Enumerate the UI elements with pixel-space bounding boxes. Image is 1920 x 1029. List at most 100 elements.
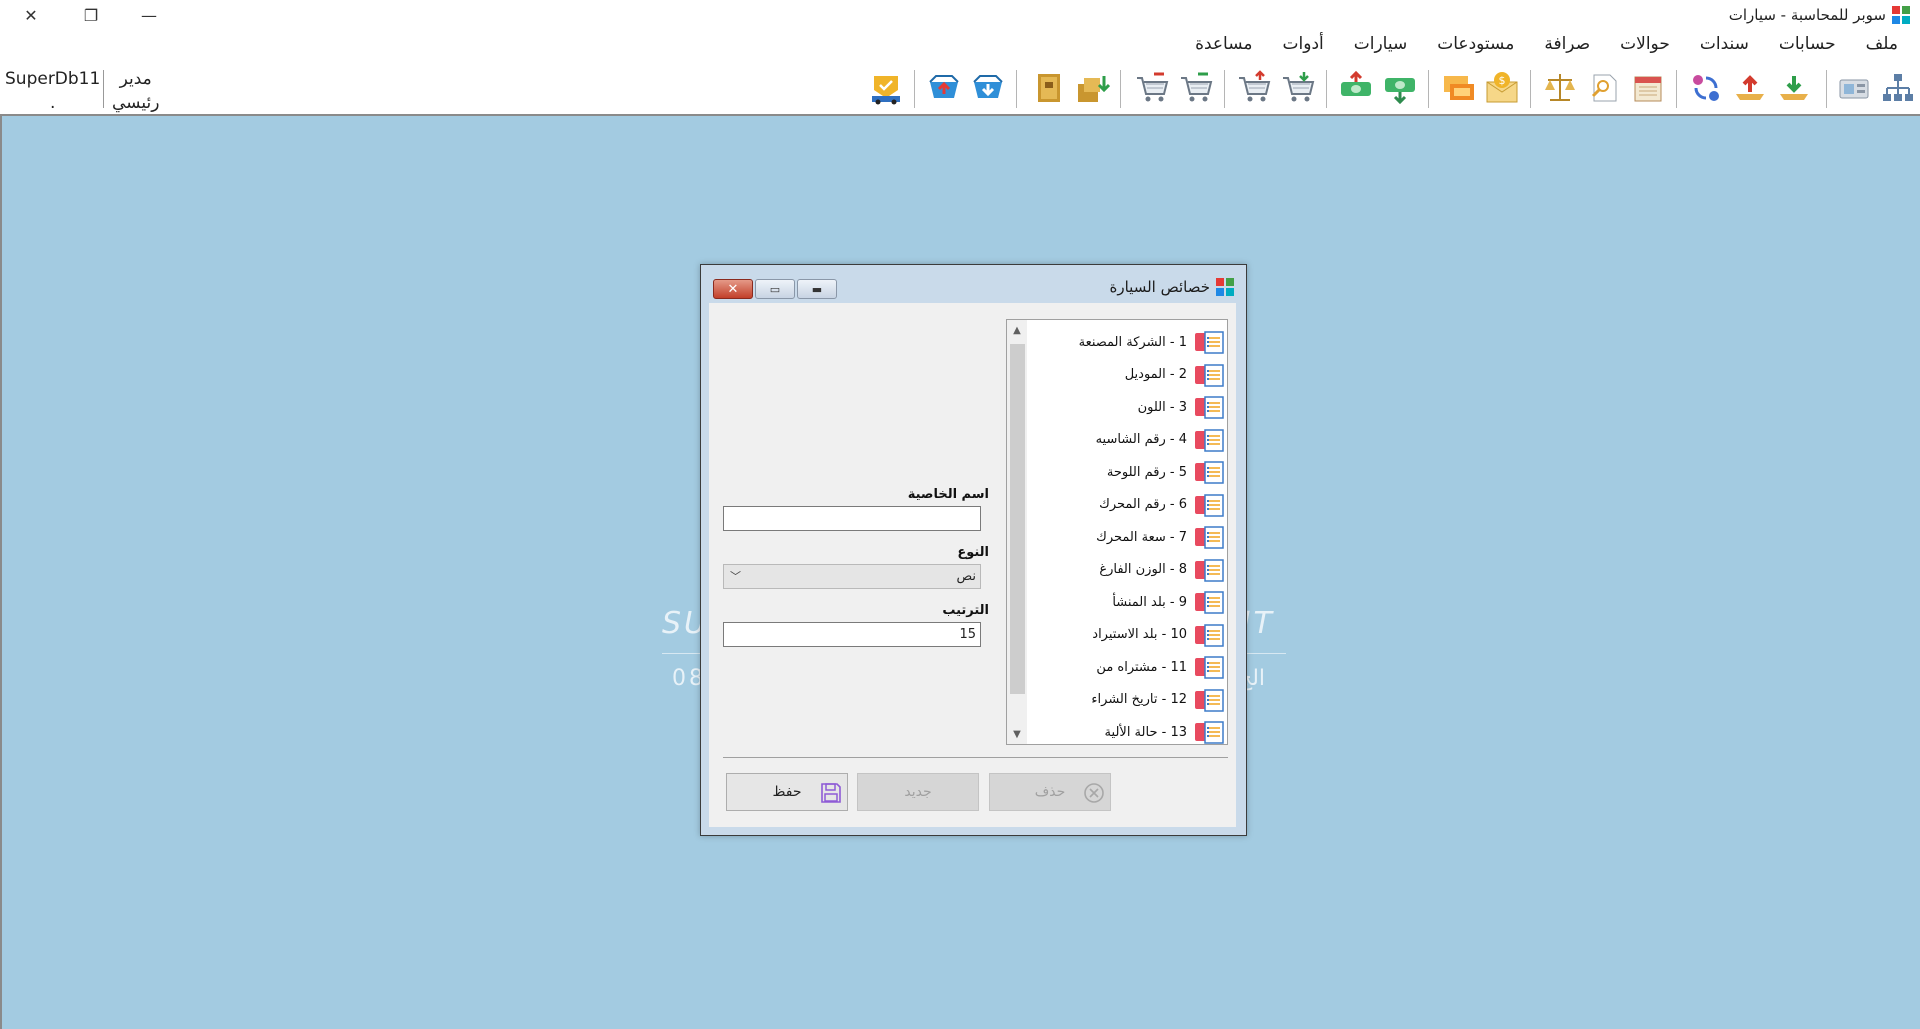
- accounts-tree-icon[interactable]: [1880, 70, 1916, 106]
- database-sub-text: .: [49, 93, 56, 113]
- app-title: سوبر للمحاسبة - سيارات: [1729, 6, 1910, 24]
- sales-cart-icon[interactable]: [1236, 70, 1272, 106]
- scroll-thumb[interactable]: [1010, 344, 1025, 694]
- cash-in-icon[interactable]: [1338, 70, 1374, 106]
- list-item[interactable]: 9 - بلد المنشأ: [1029, 586, 1225, 618]
- property-name-label: اسم الخاصية: [907, 487, 989, 502]
- payment-voucher-icon[interactable]: [1732, 70, 1768, 106]
- search-document-icon[interactable]: [1586, 70, 1622, 106]
- cash-out-icon[interactable]: [1382, 70, 1418, 106]
- scroll-up-icon[interactable]: ▲: [1007, 320, 1027, 340]
- menu-vouchers[interactable]: سندات: [1682, 34, 1761, 60]
- save-icon: [821, 783, 841, 803]
- car-property-icon: [1195, 331, 1224, 354]
- toolbar-separator: [103, 70, 104, 108]
- money-transfer-icon[interactable]: [1440, 70, 1476, 106]
- title-bar: ✕ ❐ — سوبر للمحاسبة - سيارات: [0, 0, 1920, 30]
- toolbar-separator: [1530, 70, 1531, 108]
- currency-exchange-icon[interactable]: $: [1484, 70, 1520, 106]
- database-name-text: SuperDb11: [5, 69, 101, 89]
- car-property-icon: [1195, 396, 1224, 419]
- type-select[interactable]: نص ﹀: [723, 564, 981, 589]
- list-item[interactable]: 6 - رقم المحرك: [1029, 489, 1225, 521]
- scroll-down-icon[interactable]: ▼: [1007, 724, 1027, 744]
- transfer-icon[interactable]: [1688, 70, 1724, 106]
- list-item[interactable]: 12 - تاريخ الشراء: [1029, 684, 1225, 716]
- list-scrollbar[interactable]: ▲ ▼: [1007, 320, 1027, 744]
- list-item[interactable]: 8 - الوزن الفارغ: [1029, 554, 1225, 586]
- cash-register-icon[interactable]: [1836, 70, 1872, 106]
- menu-file[interactable]: ملف: [1848, 34, 1910, 60]
- menu-accounts[interactable]: حسابات: [1761, 34, 1848, 60]
- stock-out-icon[interactable]: [1030, 70, 1066, 106]
- dialog-minimize-button[interactable]: ▬: [797, 279, 837, 299]
- list-item[interactable]: 1 - الشركة المصنعة: [1029, 326, 1225, 358]
- list-item[interactable]: 5 - رقم اللوحة: [1029, 456, 1225, 488]
- dialog-title-bar[interactable]: ✕ ▭ ▬ خصائص السيارة: [701, 265, 1246, 303]
- app-logo-icon: [1216, 278, 1234, 296]
- new-button[interactable]: جديد: [857, 773, 979, 811]
- list-item[interactable]: 10 - بلد الاستيراد: [1029, 619, 1225, 651]
- properties-list[interactable]: ▲ ▼ 1 - الشركة المصنعة 2 - الموديل 3 - الل…: [1006, 319, 1228, 745]
- menu-warehouses[interactable]: مستودعات: [1419, 34, 1526, 60]
- car-property-icon: [1195, 526, 1224, 549]
- background-divider: [662, 653, 702, 654]
- app-logo-icon: [1892, 6, 1910, 24]
- close-window-button[interactable]: ✕: [2, 0, 60, 30]
- car-property-icon: [1195, 623, 1224, 647]
- list-item[interactable]: 13 - حالة الألية: [1029, 716, 1225, 748]
- purchase-cart-icon[interactable]: [1280, 70, 1316, 106]
- type-select-value: نص: [956, 569, 976, 584]
- dialog-body: ▲ ▼ 1 - الشركة المصنعة 2 - الموديل 3 - الل…: [709, 303, 1236, 827]
- car-property-icon: [1195, 461, 1224, 484]
- car-insurance-icon[interactable]: [868, 70, 904, 106]
- list-item[interactable]: 7 - سعة المحرك: [1029, 521, 1225, 553]
- cart-down-icon[interactable]: [970, 70, 1006, 106]
- order-label: الترتيب: [942, 603, 989, 618]
- dialog-maximize-button[interactable]: ▭: [755, 279, 795, 299]
- car-property-icon: [1195, 558, 1224, 582]
- dialog-close-button[interactable]: ✕: [713, 279, 753, 299]
- toolbar-separator: [1826, 70, 1827, 108]
- list-item[interactable]: 11 - مشتراه من: [1029, 651, 1225, 683]
- list-item[interactable]: 4 - رقم الشاسيه: [1029, 424, 1225, 456]
- chevron-down-icon: ﹀: [730, 570, 741, 583]
- order-input[interactable]: 15: [723, 622, 981, 647]
- minimize-window-button[interactable]: —: [120, 0, 178, 30]
- menu-help[interactable]: مساعدة: [1177, 34, 1264, 60]
- database-name: SuperDb11 .: [5, 67, 100, 115]
- menu-exchange[interactable]: صرافة: [1526, 34, 1602, 60]
- user-role-text: مدير: [119, 69, 152, 89]
- save-button[interactable]: حفظ: [726, 773, 848, 811]
- list-item[interactable]: 2 - الموديل: [1029, 359, 1225, 391]
- property-name-input[interactable]: [723, 506, 981, 531]
- dialog-divider: [723, 757, 1228, 758]
- restore-window-button[interactable]: ❐: [62, 0, 120, 30]
- list-item-label: 6 - رقم المحرك: [1099, 497, 1187, 512]
- purchase-return-icon[interactable]: [1178, 70, 1214, 106]
- close-icon: ✕: [727, 281, 739, 297]
- stock-in-icon[interactable]: [1074, 70, 1111, 106]
- cart-up-icon[interactable]: [926, 70, 962, 106]
- menu-cars[interactable]: سيارات: [1336, 34, 1420, 60]
- calendar-icon[interactable]: [1630, 70, 1666, 106]
- car-property-icon: [1195, 721, 1224, 744]
- list-item-label: 12 - تاريخ الشراء: [1091, 692, 1187, 707]
- app-title-text: سوبر للمحاسبة - سيارات: [1728, 6, 1886, 24]
- delete-button[interactable]: حذف: [989, 773, 1111, 811]
- toolbar-separator: [1428, 70, 1429, 108]
- car-property-icon: [1195, 591, 1224, 614]
- receipt-voucher-icon[interactable]: [1776, 70, 1812, 106]
- list-item[interactable]: 3 - اللون: [1029, 391, 1225, 423]
- list-item-label: 4 - رقم الشاسيه: [1095, 432, 1187, 447]
- new-button-label: جديد: [904, 784, 932, 800]
- balance-scale-icon[interactable]: [1542, 70, 1578, 106]
- menu-tools[interactable]: أدوات: [1265, 34, 1336, 60]
- toolbar: SuperDb11 . مدير رئيسي $: [0, 62, 1920, 116]
- list-item-label: 3 - اللون: [1137, 399, 1187, 415]
- sales-return-icon[interactable]: [1134, 70, 1170, 106]
- svg-text:$: $: [1499, 74, 1506, 87]
- list-item-label: 8 - الوزن الفارغ: [1099, 562, 1187, 577]
- list-item-label: 1 - الشركة المصنعة: [1078, 334, 1187, 350]
- menu-transfers[interactable]: حوالات: [1602, 34, 1682, 60]
